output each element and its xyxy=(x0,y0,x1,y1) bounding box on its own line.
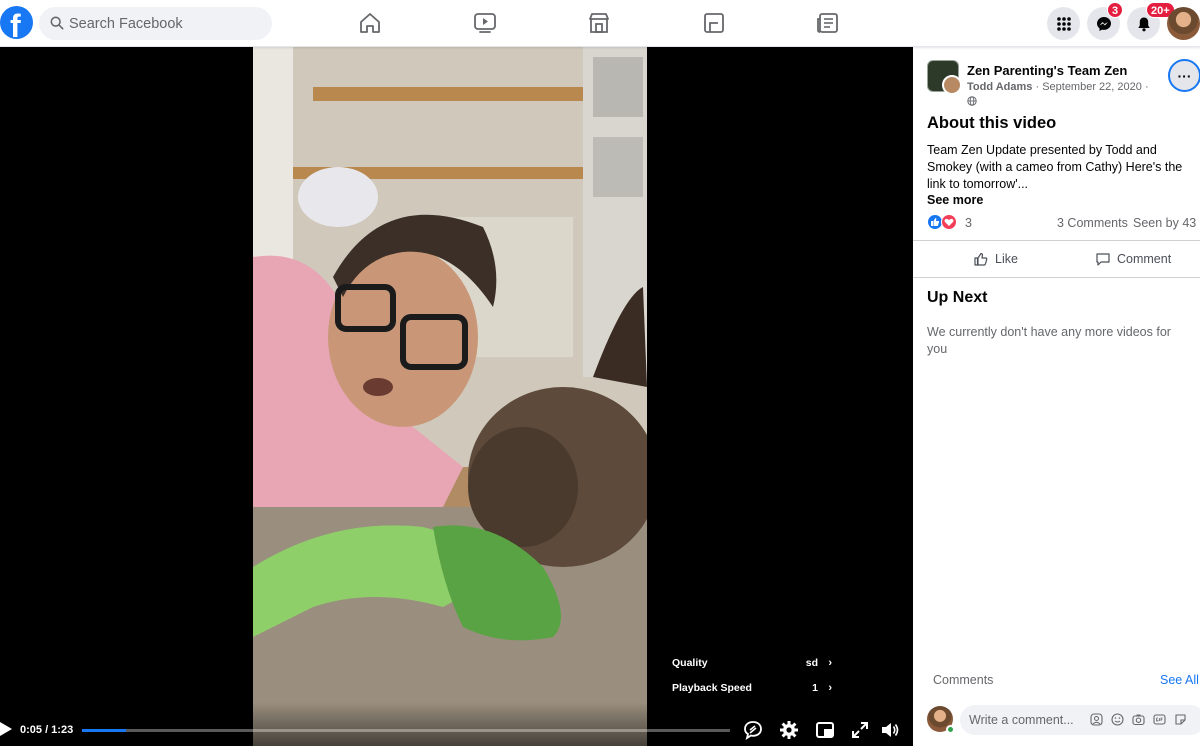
page-name[interactable]: Zen Parenting's Team Zen xyxy=(967,63,1127,78)
like-label: Like xyxy=(995,252,1018,266)
video-frame xyxy=(253,47,647,746)
notifications-button[interactable]: 20+ xyxy=(1127,2,1175,40)
sticker-icon[interactable] xyxy=(1174,713,1187,726)
reaction-count[interactable]: 3 xyxy=(965,216,972,230)
up-next-title: Up Next xyxy=(927,289,988,306)
search-icon xyxy=(50,16,64,30)
post-meta: Todd Adams · September 22, 2020 · xyxy=(967,81,1149,93)
avatar-sticker-icon[interactable] xyxy=(1090,713,1103,726)
messenger-icon xyxy=(1096,16,1111,31)
groups-icon[interactable] xyxy=(701,10,727,36)
quality-setting[interactable]: Quality sd › xyxy=(672,653,832,673)
divider xyxy=(913,277,1200,278)
gif-icon[interactable] xyxy=(1153,713,1166,726)
thumbs-up-icon xyxy=(974,252,988,266)
search-box[interactable] xyxy=(39,7,272,40)
menu-button[interactable] xyxy=(1047,7,1080,40)
like-button[interactable]: Like xyxy=(973,248,1018,270)
comments-heading: Comments xyxy=(933,673,994,687)
messenger-button[interactable]: 3 xyxy=(1087,2,1124,40)
comment-icon xyxy=(1096,253,1110,266)
reactions-bar: 3 3 Comments Seen by 43 xyxy=(927,214,1200,234)
facebook-logo-letter: f xyxy=(10,8,21,39)
home-icon[interactable] xyxy=(357,10,383,36)
comment-box[interactable] xyxy=(960,705,1200,735)
page-avatar[interactable] xyxy=(927,60,962,95)
more-options-icon: ··· xyxy=(1177,67,1192,84)
heart-icon xyxy=(944,218,954,226)
see-all-link[interactable]: See All xyxy=(1160,673,1199,687)
video-player[interactable]: Quality sd › Playback Speed 1 › xyxy=(0,47,913,746)
emoji-icon[interactable] xyxy=(1111,713,1124,726)
quality-value: sd xyxy=(805,657,818,669)
online-status-dot xyxy=(946,725,955,734)
volume-icon[interactable] xyxy=(880,720,900,740)
divider xyxy=(913,240,1200,241)
playback-speed-value: 1 xyxy=(812,682,818,694)
camera-icon[interactable] xyxy=(1132,713,1145,726)
about-title: About this video xyxy=(927,114,1057,132)
post-date[interactable]: September 22, 2020 xyxy=(1042,81,1142,93)
settings-gear-icon[interactable] xyxy=(779,720,799,740)
thumbs-up-icon xyxy=(931,218,940,226)
playback-speed-setting[interactable]: Playback Speed 1 › xyxy=(672,678,832,698)
play-icon[interactable] xyxy=(0,721,14,737)
chevron-right-icon: › xyxy=(828,657,832,669)
more-options-button[interactable]: ··· xyxy=(1168,59,1200,92)
video-description: Team Zen Update presented by Todd and Sm… xyxy=(927,143,1183,191)
author-name[interactable]: Todd Adams xyxy=(967,81,1032,93)
marketplace-icon[interactable] xyxy=(586,10,612,36)
profile-avatar[interactable] xyxy=(1167,7,1200,40)
love-reaction-icon[interactable] xyxy=(941,214,957,230)
settings-menu: Quality sd › Playback Speed 1 › xyxy=(664,647,840,703)
meta-separator: · xyxy=(1144,81,1149,93)
chevron-right-icon: › xyxy=(828,682,832,694)
bell-icon xyxy=(1137,17,1150,31)
seen-by[interactable]: Seen by 43 xyxy=(1133,216,1196,230)
picture-in-picture-icon[interactable] xyxy=(815,720,835,740)
comments-count[interactable]: 3 Comments xyxy=(1057,216,1128,230)
watch-icon[interactable] xyxy=(472,10,498,36)
facebook-logo[interactable]: f xyxy=(0,6,33,39)
fullscreen-icon[interactable] xyxy=(850,720,870,740)
captions-icon[interactable] xyxy=(743,720,763,740)
messenger-badge: 3 xyxy=(1107,2,1124,18)
video-controls-bar xyxy=(0,702,913,746)
globe-icon xyxy=(967,96,977,106)
comment-button[interactable]: Comment xyxy=(1095,248,1171,270)
playback-speed-label: Playback Speed xyxy=(672,682,752,694)
video-details-panel: Zen Parenting's Team Zen Todd Adams · Se… xyxy=(913,47,1200,746)
search-input[interactable] xyxy=(69,7,264,40)
comment-input[interactable] xyxy=(969,705,1089,735)
time-display: 0:05 / 1:23 xyxy=(20,724,74,736)
top-navigation-bar: f Search Facebook 3 20+ xyxy=(0,0,1200,47)
comment-label: Comment xyxy=(1117,252,1172,266)
quality-label: Quality xyxy=(672,657,708,669)
progress-bar[interactable] xyxy=(82,729,730,732)
see-more-link[interactable]: See more xyxy=(927,193,983,207)
video-scene-image xyxy=(253,47,647,746)
meta-separator: · xyxy=(1035,81,1040,93)
grid-menu-icon xyxy=(1056,16,1071,31)
news-icon[interactable] xyxy=(815,10,841,36)
author-avatar xyxy=(942,75,962,95)
progress-fill xyxy=(82,729,127,732)
no-videos-message: We currently don't have any more videos … xyxy=(927,325,1171,356)
